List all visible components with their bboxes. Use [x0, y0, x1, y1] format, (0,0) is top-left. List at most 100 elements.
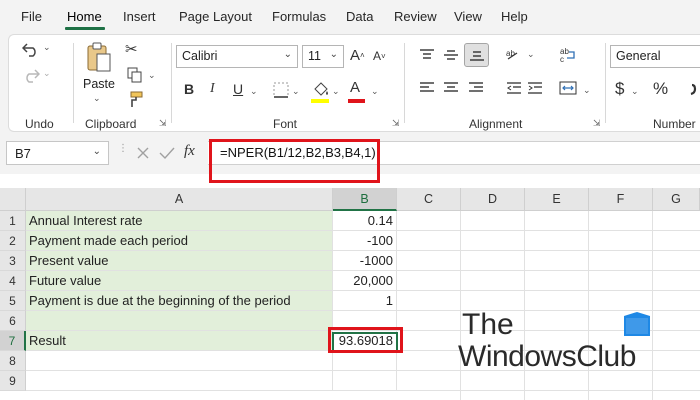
- cell-b3[interactable]: -1000: [333, 251, 397, 271]
- row-header[interactable]: 5: [0, 291, 26, 311]
- clipboard-launcher-icon[interactable]: ⇲: [159, 118, 167, 129]
- name-box[interactable]: B7 ⌄: [6, 141, 109, 165]
- cell-a6[interactable]: [26, 311, 333, 331]
- font-color-dropdown-chevron-icon[interactable]: ⌄: [371, 86, 379, 97]
- cut-icon[interactable]: ✂: [125, 40, 138, 58]
- cell-a7[interactable]: Result: [26, 331, 333, 351]
- copy-dropdown-chevron-icon[interactable]: ⌄: [148, 70, 156, 81]
- menu-page-layout[interactable]: Page Layout: [179, 9, 252, 24]
- column-header-e[interactable]: E: [525, 188, 589, 211]
- redo-dropdown-chevron-icon[interactable]: ⌄: [43, 68, 51, 79]
- merge-dropdown-chevron-icon[interactable]: ⌄: [583, 85, 591, 96]
- font-name-select[interactable]: Calibri ⌄: [176, 45, 298, 68]
- fill-color-swatch: [311, 99, 329, 103]
- font-size-select[interactable]: 11 ⌄: [302, 45, 344, 68]
- top-align-icon[interactable]: [417, 46, 437, 64]
- cell-a4[interactable]: Future value: [26, 271, 333, 291]
- select-all-corner[interactable]: [0, 188, 26, 211]
- font-color-icon[interactable]: A: [350, 79, 360, 96]
- menu-home[interactable]: Home: [67, 9, 102, 24]
- cell-a9[interactable]: [26, 371, 333, 391]
- paste-icon[interactable]: [85, 41, 113, 75]
- svg-text:c: c: [560, 55, 564, 64]
- cell-a8[interactable]: [26, 351, 333, 371]
- menu-data[interactable]: Data: [346, 9, 373, 24]
- enter-check-icon[interactable]: [158, 144, 176, 162]
- bottom-align-icon[interactable]: [464, 43, 489, 67]
- percent-style-icon[interactable]: %: [653, 79, 668, 99]
- column-header-b[interactable]: B: [333, 188, 397, 211]
- menu-formulas[interactable]: Formulas: [272, 9, 326, 24]
- insert-function-icon[interactable]: fx: [184, 143, 195, 160]
- undo-icon[interactable]: [21, 39, 41, 59]
- align-left-icon[interactable]: [417, 79, 437, 97]
- menu-insert[interactable]: Insert: [123, 9, 156, 24]
- menu-bar: File Home Insert Page Layout Formulas Da…: [0, 0, 700, 32]
- accounting-format-icon[interactable]: $: [615, 79, 624, 99]
- wrap-text-icon[interactable]: ab c: [557, 44, 579, 66]
- menu-file[interactable]: File: [21, 9, 42, 24]
- middle-align-icon[interactable]: [441, 46, 461, 64]
- row-header[interactable]: 9: [0, 371, 26, 391]
- cell-a2[interactable]: Payment made each period: [26, 231, 333, 251]
- menu-help[interactable]: Help: [501, 9, 528, 24]
- paste-dropdown-chevron-icon[interactable]: ⌄: [93, 93, 101, 104]
- row-header[interactable]: 3: [0, 251, 26, 271]
- underline-icon[interactable]: U: [233, 81, 243, 97]
- borders-icon[interactable]: [271, 80, 291, 100]
- italic-icon[interactable]: I: [210, 81, 215, 97]
- decrease-indent-icon[interactable]: [504, 79, 524, 97]
- row-header[interactable]: 4: [0, 271, 26, 291]
- bold-icon[interactable]: B: [184, 81, 194, 97]
- column-header-f[interactable]: F: [589, 188, 653, 211]
- number-format-select[interactable]: General: [610, 45, 700, 68]
- formula-bar-resize-handle[interactable]: ⋮: [118, 144, 128, 154]
- orientation-icon[interactable]: ab: [504, 46, 524, 64]
- cell-b8[interactable]: [333, 351, 397, 371]
- font-launcher-icon[interactable]: ⇲: [392, 118, 400, 129]
- cell-a5[interactable]: Payment is due at the beginning of the p…: [26, 291, 333, 311]
- merge-center-icon[interactable]: [557, 78, 579, 98]
- row-header[interactable]: 6: [0, 311, 26, 331]
- menu-view[interactable]: View: [454, 9, 482, 24]
- fill-color-dropdown-chevron-icon[interactable]: ⌄: [332, 86, 340, 97]
- paste-button-label[interactable]: Paste: [83, 77, 115, 91]
- increase-indent-icon[interactable]: [525, 79, 545, 97]
- cancel-icon[interactable]: [134, 144, 152, 162]
- result-highlight-box: [328, 327, 403, 353]
- orientation-dropdown-chevron-icon[interactable]: ⌄: [527, 49, 535, 60]
- increase-font-size-icon[interactable]: A ˄: [350, 47, 365, 64]
- accounting-dropdown-chevron-icon[interactable]: ⌄: [631, 86, 639, 97]
- undo-dropdown-chevron-icon[interactable]: ⌄: [43, 42, 51, 53]
- borders-dropdown-chevron-icon[interactable]: ⌄: [292, 86, 300, 97]
- redo-icon[interactable]: [21, 65, 41, 85]
- watermark-line1: The: [462, 308, 514, 341]
- column-header-a[interactable]: A: [26, 188, 333, 211]
- cell-b2[interactable]: -100: [333, 231, 397, 251]
- comma-style-icon[interactable]: [683, 79, 700, 99]
- column-header-c[interactable]: C: [397, 188, 461, 211]
- alignment-launcher-icon[interactable]: ⇲: [593, 118, 601, 129]
- cell-a1[interactable]: Annual Interest rate: [26, 211, 333, 231]
- cell-b5[interactable]: 1: [333, 291, 397, 311]
- fill-color-icon[interactable]: [311, 79, 331, 101]
- watermark: The WindowsClub: [458, 308, 698, 378]
- cell-b1[interactable]: 0.14: [333, 211, 397, 231]
- cell-a3[interactable]: Present value: [26, 251, 333, 271]
- row-header[interactable]: 1: [0, 211, 26, 231]
- column-header-g[interactable]: G: [653, 188, 700, 211]
- copy-icon[interactable]: [125, 65, 145, 85]
- align-center-icon[interactable]: [441, 79, 461, 97]
- align-right-icon[interactable]: [466, 79, 486, 97]
- format-painter-icon[interactable]: [125, 90, 145, 110]
- chevron-down-icon: ⌄: [329, 49, 338, 60]
- column-header-d[interactable]: D: [461, 188, 525, 211]
- cell-b4[interactable]: 20,000: [333, 271, 397, 291]
- underline-dropdown-chevron-icon[interactable]: ⌄: [250, 86, 258, 97]
- decrease-font-size-icon[interactable]: A ˅: [373, 49, 386, 63]
- menu-review[interactable]: Review: [394, 9, 437, 24]
- cell-b9[interactable]: [333, 371, 397, 391]
- row-header[interactable]: 2: [0, 231, 26, 251]
- row-header[interactable]: 7: [0, 331, 26, 351]
- row-header[interactable]: 8: [0, 351, 26, 371]
